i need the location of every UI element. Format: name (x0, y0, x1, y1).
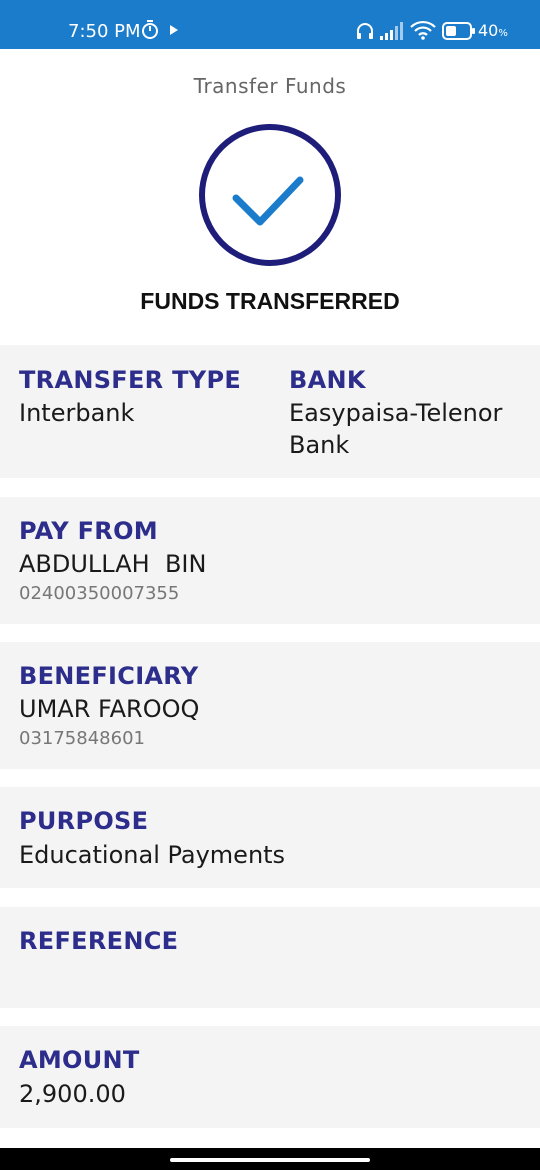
status-time: 7:50 PM (68, 21, 141, 42)
battery-icon (442, 22, 476, 45)
pay-from-card: PAY FROM ABDULLAH BIN 02400350007355 (0, 497, 540, 624)
pay-from-name: ABDULLAH BIN (19, 550, 207, 578)
signal-icon (380, 22, 406, 45)
timer-icon (141, 20, 159, 45)
headphones-icon (355, 21, 375, 46)
result-heading: FUNDS TRANSFERRED (140, 288, 400, 314)
amount-label: AMOUNT (19, 1046, 140, 1074)
battery-percent: 40% (478, 21, 508, 40)
amount-value: 2,900.00 (19, 1080, 126, 1108)
beneficiary-label: BENEFICIARY (19, 662, 199, 690)
wifi-icon (410, 20, 436, 45)
pay-from-label: PAY FROM (19, 517, 158, 545)
purpose-card: PURPOSE Educational Payments (0, 787, 540, 888)
check-circle-icon (198, 123, 342, 267)
transfer-type-value: Interbank (19, 399, 135, 427)
purpose-value: Educational Payments (19, 841, 286, 869)
play-icon (170, 25, 178, 35)
reference-card: REFERENCE (0, 907, 540, 1008)
bank-value-line2: Bank (289, 431, 350, 459)
reference-label: REFERENCE (19, 927, 179, 955)
bank-value-line1: Easypaisa-Telenor (289, 399, 503, 427)
beneficiary-account: 03175848601 (19, 728, 145, 749)
purpose-label: PURPOSE (19, 807, 149, 835)
status-bar: 7:50 PM 40% (0, 0, 540, 49)
home-indicator[interactable] (170, 1158, 370, 1162)
pay-from-account: 02400350007355 (19, 583, 180, 604)
page-title: Transfer Funds (193, 74, 347, 98)
transfer-type-label: TRANSFER TYPE (19, 366, 242, 394)
amount-card: AMOUNT 2,900.00 (0, 1026, 540, 1128)
beneficiary-name: UMAR FAROOQ (19, 695, 200, 723)
transfer-type-card: TRANSFER TYPE Interbank BANK Easypaisa-T… (0, 345, 540, 478)
bank-label: BANK (289, 366, 366, 394)
beneficiary-card: BENEFICIARY UMAR FAROOQ 03175848601 (0, 642, 540, 769)
